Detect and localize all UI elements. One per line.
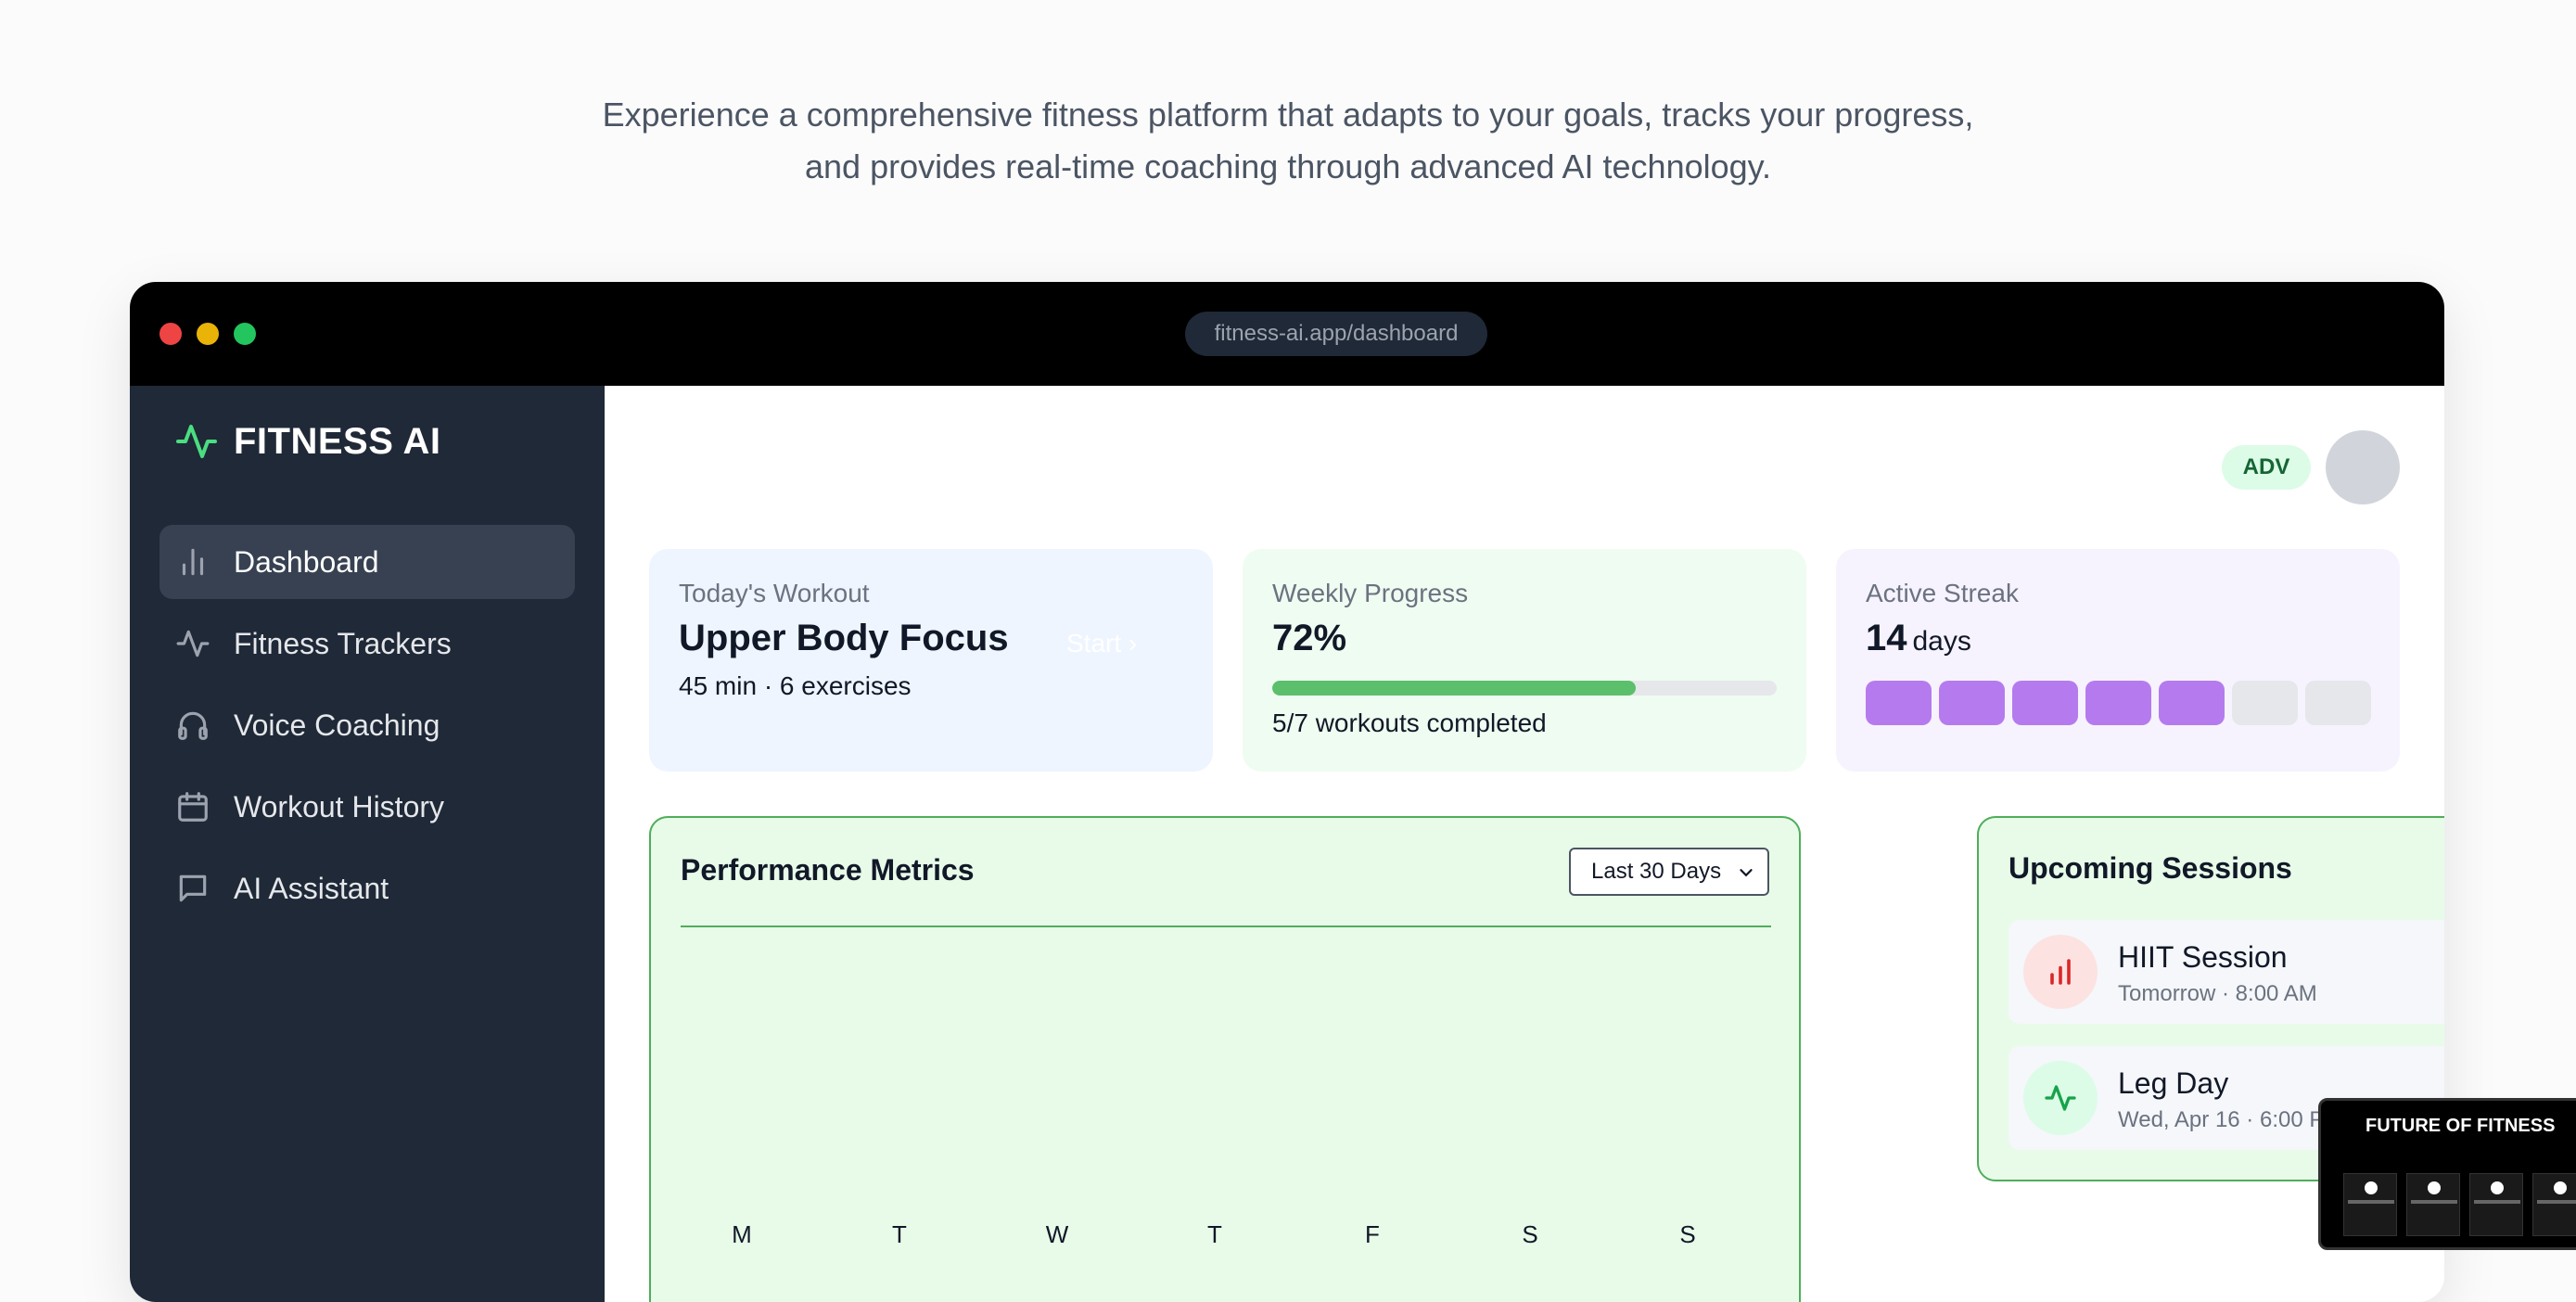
pulse-icon bbox=[2023, 1061, 2098, 1135]
main-content: ADV Today's Workout Upper Body Focus 45 … bbox=[605, 386, 2444, 1302]
sidebar: FITNESS AI Dashboard Fitness Trackers Vo… bbox=[130, 386, 605, 1302]
todays-workout-card[interactable]: Today's Workout Upper Body Focus 45 min … bbox=[649, 549, 1213, 772]
card-label: Today's Workout bbox=[679, 579, 870, 607]
sidebar-item-label: Fitness Trackers bbox=[234, 626, 452, 660]
panel-title: Upcoming Sessions bbox=[2009, 851, 2292, 885]
chat-bubble-icon bbox=[174, 870, 211, 907]
browser-titlebar: fitness-ai.app/dashboard bbox=[130, 282, 2444, 386]
streak-day bbox=[2305, 681, 2371, 725]
progress-subtitle: 5/7 workouts completed bbox=[1272, 708, 1547, 737]
sidebar-item-label: Workout History bbox=[234, 789, 445, 823]
thumbnail-feature-card bbox=[2532, 1173, 2576, 1236]
session-name: HIIT Session bbox=[2118, 940, 2288, 974]
day-label: W bbox=[1045, 1220, 1069, 1248]
avatar[interactable] bbox=[2326, 430, 2400, 504]
bar-chart-icon bbox=[2023, 935, 2098, 1009]
intro-text: Experience a comprehensive fitness platf… bbox=[0, 89, 2576, 193]
start-workout-button[interactable]: Start › bbox=[1066, 629, 1137, 658]
streak-day bbox=[2159, 681, 2225, 725]
progress-bar-fill bbox=[1272, 681, 1636, 696]
sidebar-item-workout-history[interactable]: Workout History bbox=[159, 770, 575, 844]
progress-value: 72% bbox=[1272, 618, 1347, 658]
thumbnail-title: FUTURE OF FITNESS bbox=[2366, 1116, 2556, 1136]
bar-chart-icon bbox=[174, 543, 211, 581]
intro-line-2: and provides real-time coaching through … bbox=[805, 147, 1771, 185]
maximize-window-button[interactable] bbox=[234, 323, 256, 345]
brand-name: FITNESS AI bbox=[234, 420, 441, 462]
headphones-icon bbox=[174, 707, 211, 744]
brand-logo[interactable]: FITNESS AI bbox=[174, 419, 441, 464]
sidebar-item-dashboard[interactable]: Dashboard bbox=[159, 525, 575, 599]
day-label: T bbox=[892, 1220, 907, 1248]
active-streak-card: Active Streak 14 days bbox=[1836, 549, 2400, 772]
close-window-button[interactable] bbox=[159, 323, 182, 345]
day-label: S bbox=[1522, 1220, 1538, 1248]
thumbnail-feature-card bbox=[2343, 1173, 2397, 1236]
sidebar-item-fitness-trackers[interactable]: Fitness Trackers bbox=[159, 606, 575, 681]
pulse-icon bbox=[174, 625, 211, 662]
sidebar-item-label: Voice Coaching bbox=[234, 708, 440, 742]
progress-bar bbox=[1272, 681, 1777, 696]
app-window: fitness-ai.app/dashboard FITNESS AI Dash… bbox=[130, 282, 2444, 1302]
streak-day bbox=[1866, 681, 1932, 725]
streak-day bbox=[2085, 681, 2151, 725]
session-time: Wed, Apr 16 · 6:00 PM bbox=[2118, 1107, 2343, 1132]
performance-metrics-panel: Performance Metrics Last 30 Days M T W T… bbox=[649, 816, 1801, 1302]
session-time: Tomorrow · 8:00 AM bbox=[2118, 981, 2317, 1006]
session-item-hiit[interactable]: HIIT Session Tomorrow · 8:00 AM bbox=[2009, 920, 2444, 1024]
intro-line-1: Experience a comprehensive fitness platf… bbox=[602, 96, 1974, 134]
date-range-select[interactable]: Last 30 Days bbox=[1569, 848, 1769, 896]
card-label: Weekly Progress bbox=[1272, 579, 1469, 607]
day-label: M bbox=[732, 1220, 752, 1248]
streak-value: 14 days bbox=[1866, 618, 1971, 658]
streak-day bbox=[2232, 681, 2298, 725]
weekly-progress-card: Weekly Progress 72% 5/7 workouts complet… bbox=[1243, 549, 1806, 772]
streak-days bbox=[1866, 681, 2371, 725]
sidebar-item-label: AI Assistant bbox=[234, 871, 389, 905]
sidebar-item-label: Dashboard bbox=[234, 544, 379, 579]
divider bbox=[681, 925, 1771, 927]
card-label: Active Streak bbox=[1866, 579, 2019, 607]
streak-day bbox=[1939, 681, 2005, 725]
session-name: Leg Day bbox=[2118, 1066, 2229, 1100]
minimize-window-button[interactable] bbox=[197, 323, 219, 345]
sidebar-item-ai-assistant[interactable]: AI Assistant bbox=[159, 851, 575, 925]
workout-title: Upper Body Focus bbox=[679, 618, 1009, 658]
sidebar-item-voice-coaching[interactable]: Voice Coaching bbox=[159, 688, 575, 762]
thumbnail-feature-card bbox=[2469, 1173, 2523, 1236]
level-badge: ADV bbox=[2222, 445, 2311, 490]
panel-title: Performance Metrics bbox=[681, 853, 975, 887]
thumbnail-feature-card bbox=[2406, 1173, 2460, 1236]
video-thumbnail[interactable]: FUTURE OF FITNESS bbox=[2318, 1098, 2576, 1250]
chevron-down-icon bbox=[1740, 869, 1753, 877]
day-label: T bbox=[1207, 1220, 1222, 1248]
pulse-icon bbox=[176, 425, 217, 458]
calendar-icon bbox=[174, 788, 211, 825]
streak-day bbox=[2012, 681, 2078, 725]
day-label: S bbox=[1679, 1220, 1696, 1248]
workout-subtitle: 45 min · 6 exercises bbox=[679, 671, 912, 700]
url-bar[interactable]: fitness-ai.app/dashboard bbox=[1185, 312, 1487, 356]
day-label: F bbox=[1365, 1220, 1380, 1248]
